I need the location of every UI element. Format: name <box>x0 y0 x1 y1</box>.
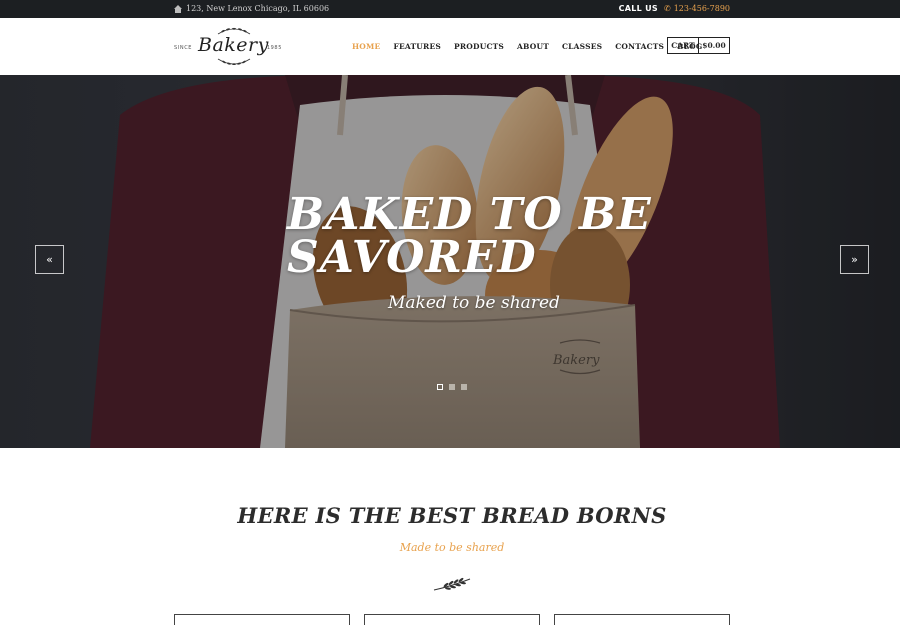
nav-features[interactable]: FEATURES <box>393 42 441 51</box>
home-icon <box>174 4 182 13</box>
cart-amount: $0.00 <box>702 41 726 50</box>
nav-home[interactable]: HOME <box>352 42 380 51</box>
hero-title-line1: BAKED TO BE <box>287 189 652 240</box>
site-header: SINCE Bakery 1985 HOME FEATURES PRODUCTS… <box>0 18 900 75</box>
chevron-double-left-icon: « <box>46 253 53 266</box>
hero-title: BAKED TO BE SAVORED <box>287 189 652 283</box>
cart-label: CART <box>668 38 699 53</box>
phone-number: 123-456-7890 <box>673 4 730 13</box>
wheat-icon <box>433 577 471 591</box>
hero-subtitle: Maked to be shared <box>388 293 560 313</box>
logo-year: 1985 <box>266 45 282 51</box>
slider-dots <box>437 384 467 390</box>
chevron-double-right-icon: » <box>851 253 858 266</box>
slider-dot-3[interactable] <box>461 384 467 390</box>
call-block: CALL US ✆ 123-456-7890 <box>619 4 730 13</box>
logo-wordmark: Bakery <box>198 34 269 56</box>
feature-card-1[interactable] <box>174 614 350 625</box>
slider-dot-1[interactable] <box>437 384 443 390</box>
hero-slider: Bakery BAKED TO BE SAVORED Maked to be s… <box>0 75 900 448</box>
nav-about[interactable]: ABOUT <box>517 42 549 51</box>
feature-cards <box>174 614 730 625</box>
section-title: HERE IS THE BEST BREAD BORNS <box>237 503 667 528</box>
slider-prev-button[interactable]: « <box>35 245 64 274</box>
section-subtitle: Made to be shared <box>399 541 505 554</box>
address-block: 123, New Lenox Chicago, IL 60606 <box>174 4 329 13</box>
main-nav: HOME FEATURES PRODUCTS ABOUT CLASSES CON… <box>352 42 716 51</box>
logo-since: SINCE <box>174 45 193 51</box>
feature-card-2[interactable] <box>364 614 540 625</box>
phone-icon: ✆ <box>663 4 671 13</box>
address-text: 123, New Lenox Chicago, IL 60606 <box>186 4 330 13</box>
cart-button[interactable]: CART $0.00 <box>667 37 730 54</box>
feature-card-3[interactable] <box>554 614 730 625</box>
nav-contacts[interactable]: CONTACTS <box>615 42 664 51</box>
slider-dot-2[interactable] <box>449 384 455 390</box>
hero-title-line2: SAVORED <box>287 232 537 283</box>
slider-next-button[interactable]: » <box>840 245 869 274</box>
bakery-logo[interactable]: SINCE Bakery 1985 <box>174 26 284 66</box>
logo-wreath-bottom-icon <box>217 58 251 65</box>
top-bar: 123, New Lenox Chicago, IL 60606 CALL US… <box>0 0 900 18</box>
nav-products[interactable]: PRODUCTS <box>454 42 504 51</box>
phone-link[interactable]: ✆ 123-456-7890 <box>664 4 730 13</box>
call-label: CALL US <box>618 4 658 13</box>
nav-classes[interactable]: CLASSES <box>562 42 602 51</box>
